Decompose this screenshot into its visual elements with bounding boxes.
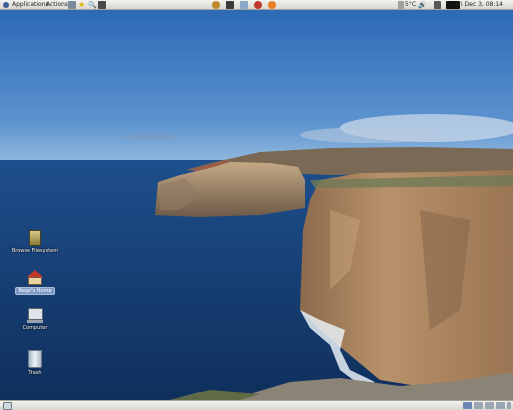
firefox-icon[interactable]: [268, 1, 276, 9]
show-desktop-icon[interactable]: [3, 402, 12, 410]
home-folder-icon-base: [28, 277, 42, 285]
network-icon[interactable]: [434, 1, 441, 9]
filesystem-icon: [29, 230, 41, 246]
computer-icon: [27, 308, 43, 320]
trash-icon: [28, 350, 42, 368]
top-panel: Applications Actions ★ 🔍 5°C 🔊 Fri Dec 3…: [0, 0, 513, 10]
launcher-media-icon[interactable]: [212, 1, 220, 9]
launcher-screen-icon[interactable]: [226, 1, 234, 9]
clock[interactable]: Fri Dec 3, 08:14: [456, 1, 504, 9]
launcher-app-icon[interactable]: [98, 1, 106, 9]
launcher-network-icon[interactable]: [240, 1, 248, 9]
desktop-wallpaper: [0, 10, 513, 400]
computer-icon-keyboard: [27, 320, 43, 323]
search-icon[interactable]: 🔍: [88, 1, 97, 9]
workspace-3[interactable]: [485, 402, 494, 409]
desktop-icon-label: Browse Filesystem: [11, 248, 59, 254]
weather-icon: [398, 1, 404, 9]
desktop-icon-filesystem[interactable]: Browse Filesystem: [5, 230, 65, 254]
workspace-2[interactable]: [474, 402, 483, 409]
desktop-icon-label: Computer: [22, 325, 48, 331]
desktop-icon-label: Trash: [28, 370, 42, 376]
workspace-4[interactable]: [496, 402, 505, 409]
wallpaper-image: [0, 10, 513, 400]
trash-applet-icon[interactable]: [507, 402, 511, 409]
launcher-game-icon[interactable]: [254, 1, 262, 9]
star-icon[interactable]: ★: [78, 1, 86, 9]
applications-menu[interactable]: Applications: [12, 1, 49, 9]
desktop-icon-label: Bego's Home: [15, 287, 55, 295]
desktop-icon-trash[interactable]: Trash: [5, 350, 65, 376]
desktop-icon-computer[interactable]: Computer: [5, 308, 65, 331]
weather-temperature: 5°C: [405, 1, 417, 8]
home-folder-icon: [27, 270, 43, 277]
bottom-panel: [0, 400, 513, 410]
launcher-terminal-icon[interactable]: [68, 1, 76, 9]
workspace-1[interactable]: [463, 402, 472, 409]
volume-icon[interactable]: 🔊: [418, 1, 427, 9]
desktop-icon-home[interactable]: Bego's Home: [5, 270, 65, 295]
actions-menu[interactable]: Actions: [46, 1, 68, 9]
gnome-foot-icon[interactable]: [3, 2, 9, 8]
